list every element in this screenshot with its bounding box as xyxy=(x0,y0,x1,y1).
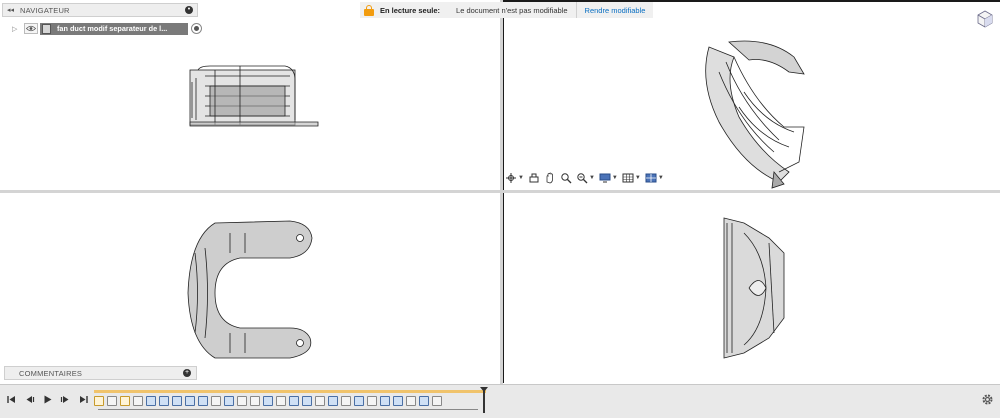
play-icon[interactable] xyxy=(42,394,53,405)
make-editable-button[interactable]: Rendre modifiable xyxy=(575,2,654,18)
expand-triangle-icon[interactable]: ▷ xyxy=(12,25,24,33)
timeline-feature-body[interactable] xyxy=(263,396,273,406)
step-forward-icon[interactable] xyxy=(60,394,71,405)
grid-tool[interactable]: ▼ xyxy=(621,171,642,185)
add-comment-button[interactable]: + xyxy=(183,369,191,377)
timeline-feature-body[interactable] xyxy=(328,396,338,406)
zoom-icon xyxy=(561,173,572,184)
fit-tool[interactable]: ▼ xyxy=(575,171,596,185)
fit-icon xyxy=(577,173,588,184)
timeline-feature-sketch[interactable] xyxy=(94,396,104,406)
timeline-feature-strip xyxy=(94,390,486,414)
display-settings-icon xyxy=(599,173,611,183)
pan-icon xyxy=(546,172,553,184)
make-editable-label: Rendre modifiable xyxy=(584,5,646,15)
timeline-feature[interactable] xyxy=(367,396,377,406)
step-back-icon[interactable] xyxy=(24,394,35,405)
timeline-feature-body[interactable] xyxy=(354,396,364,406)
timeline-feature-body[interactable] xyxy=(185,396,195,406)
zoom-tool[interactable] xyxy=(559,171,573,185)
activate-radio[interactable] xyxy=(191,23,202,34)
chevron-down-icon[interactable]: ▼ xyxy=(589,175,595,181)
model-view-side xyxy=(723,217,785,359)
lock-icon xyxy=(364,4,374,16)
timeline-feature-body[interactable] xyxy=(172,396,182,406)
display-settings-tool[interactable]: ▼ xyxy=(598,171,619,185)
viewport-splitter-horizontal[interactable] xyxy=(0,190,1000,193)
timeline-feature[interactable] xyxy=(315,396,325,406)
viewports-icon xyxy=(645,173,657,183)
timeline-marker[interactable] xyxy=(480,387,488,413)
document-item[interactable]: fan duct modif separateur de l... xyxy=(40,22,188,35)
collapse-left-icon[interactable]: ◂◂ xyxy=(7,6,14,14)
timeline-feature[interactable] xyxy=(107,396,117,406)
model-view-front xyxy=(187,220,313,359)
visibility-eye-icon[interactable] xyxy=(24,23,38,34)
navigator-panel-header[interactable]: ◂◂ NAVIGATEUR • xyxy=(2,3,198,17)
readonly-label: En lecture seule: xyxy=(380,5,441,15)
timeline-feature[interactable] xyxy=(250,396,260,406)
playback-controls xyxy=(6,394,89,405)
viewport-side[interactable] xyxy=(503,193,1000,383)
chevron-down-icon[interactable]: ▼ xyxy=(612,175,618,181)
orbit-icon xyxy=(506,173,516,183)
timeline-feature-body[interactable] xyxy=(302,396,312,406)
document-name: fan duct modif separateur de l... xyxy=(57,24,168,33)
chevron-down-icon[interactable]: ▼ xyxy=(518,175,524,181)
chevron-down-icon[interactable]: ▼ xyxy=(635,175,641,181)
chevron-down-icon[interactable]: ▼ xyxy=(658,175,664,181)
pan-tool[interactable] xyxy=(543,171,557,185)
comments-panel-header[interactable]: COMMENTAIRES + xyxy=(4,366,197,380)
readonly-message: Le document n'est pas modifiable xyxy=(456,5,568,15)
timeline-feature-body[interactable] xyxy=(146,396,156,406)
model-view-perspective xyxy=(705,40,805,189)
timeline-feature[interactable] xyxy=(237,396,247,406)
skip-end-icon[interactable] xyxy=(78,394,89,405)
timeline-feature[interactable] xyxy=(341,396,351,406)
viewport-front[interactable] xyxy=(0,193,500,383)
timeline-feature-body[interactable] xyxy=(393,396,403,406)
timeline-feature-body[interactable] xyxy=(159,396,169,406)
timeline-feature[interactable] xyxy=(406,396,416,406)
timeline-feature-body[interactable] xyxy=(198,396,208,406)
timeline-feature[interactable] xyxy=(276,396,286,406)
timeline-feature[interactable] xyxy=(133,396,143,406)
timeline-feature-body[interactable] xyxy=(224,396,234,406)
timeline-feature[interactable] xyxy=(432,396,442,406)
timeline-baseline xyxy=(98,409,478,410)
viewports-tool[interactable]: ▼ xyxy=(644,171,665,185)
timeline-progress-bar xyxy=(94,390,486,393)
timeline-feature[interactable] xyxy=(211,396,221,406)
timeline-feature-body[interactable] xyxy=(380,396,390,406)
readonly-label-segment: En lecture seule: xyxy=(360,2,449,18)
gear-icon[interactable] xyxy=(981,393,994,406)
orbit-tool[interactable]: ▼ xyxy=(504,171,525,185)
skip-start-icon[interactable] xyxy=(6,394,17,405)
navigator-root-item[interactable]: ▷ fan duct modif separateur de l... xyxy=(12,22,202,35)
viewport-perspective[interactable] xyxy=(503,0,1000,190)
timeline-features xyxy=(94,396,442,406)
readonly-banner: En lecture seule: Le document n'est pas … xyxy=(360,2,654,18)
timeline xyxy=(0,384,1000,418)
navigator-pin-button[interactable]: • xyxy=(185,6,193,14)
grid-icon xyxy=(622,173,634,183)
readonly-message-segment: Le document n'est pas modifiable xyxy=(448,2,576,18)
navigation-toolbar: ▼ ▼ ▼ ▼ ▼ xyxy=(504,170,665,186)
navigator-title: NAVIGATEUR xyxy=(20,5,70,15)
document-icon xyxy=(42,23,51,34)
look-at-tool[interactable] xyxy=(527,171,541,185)
comments-title: COMMENTAIRES xyxy=(19,368,83,378)
look-at-icon xyxy=(529,173,539,183)
timeline-feature-sketch[interactable] xyxy=(120,396,130,406)
timeline-feature-body[interactable] xyxy=(289,396,299,406)
viewcube[interactable] xyxy=(974,8,996,30)
timeline-feature-body[interactable] xyxy=(419,396,429,406)
